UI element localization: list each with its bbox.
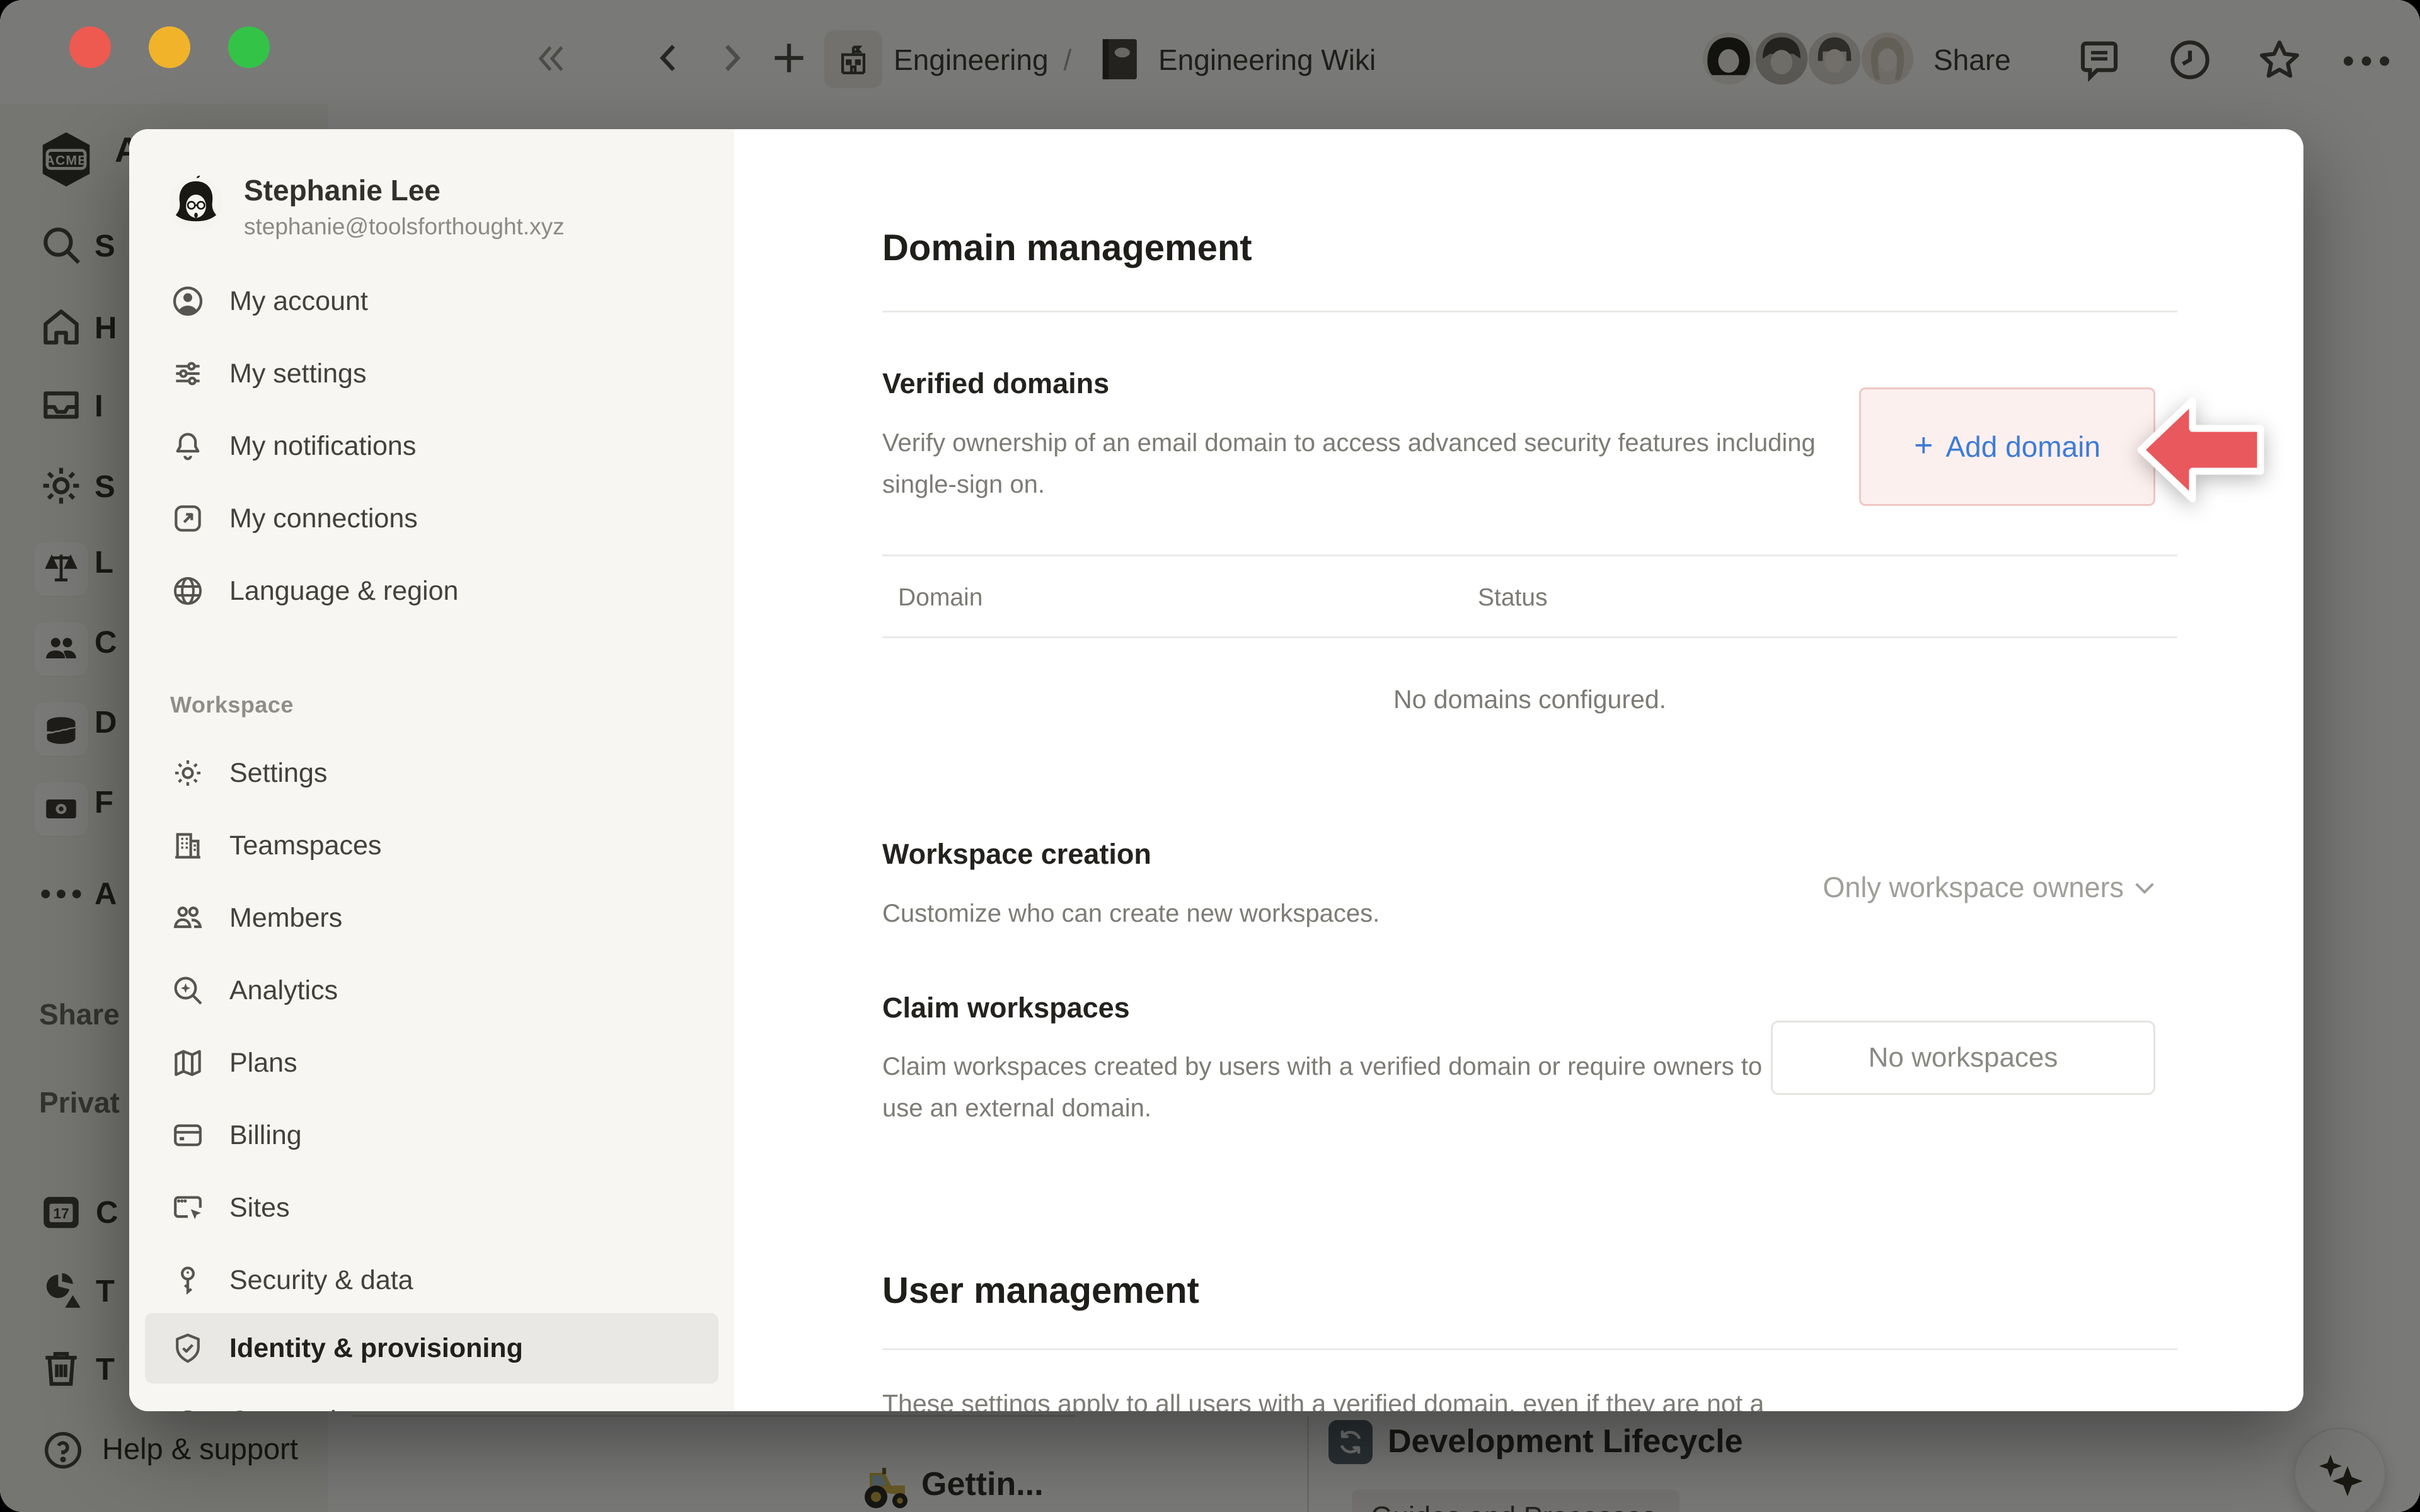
credit-card-icon [170,1118,205,1153]
settings-content: Domain management Verified domains Verif… [734,129,2303,1411]
sidebar-item-settings[interactable]: Settings [145,738,718,808]
zoom-button[interactable] [228,26,270,68]
minimize-button[interactable] [149,26,190,68]
browser-icon [170,1190,205,1225]
sidebar-item-label: Teamspaces [229,830,381,861]
sidebar-item-security-data[interactable]: Security & data [145,1245,718,1315]
table-header-border [882,636,2177,638]
sidebar-item-my-settings[interactable]: My settings [145,338,718,409]
sidebar-item-sites[interactable]: Sites [145,1172,718,1243]
sidebar-item-label: My notifications [229,431,416,462]
table-empty-state: No domains configured. [882,685,2177,714]
workspace-section-label: Workspace [170,692,294,718]
user-avatar [167,173,225,234]
sidebar-item-label: My settings [229,358,366,389]
window-controls [69,26,270,68]
settings-sidebar: Stephanie Lee stephanie@toolsforthought.… [129,129,734,1411]
add-domain-button[interactable]: + Add domain [1859,387,2155,506]
circle-icon [170,1403,205,1411]
sidebar-item-label: Sites [229,1193,290,1223]
key-icon [170,1263,205,1298]
people-icon [170,900,205,936]
sidebar-item-label: Plans [229,1048,297,1079]
user-management-title: User management [882,1269,1199,1312]
sidebar-item-label: Settings [229,758,327,789]
sidebar-item-label: Analytics [229,975,338,1006]
sidebar-item-my-notifications[interactable]: My notifications [145,411,718,481]
chevron-down-icon [2134,881,2155,895]
sidebar-item-plans[interactable]: Plans [145,1028,718,1098]
map-icon [170,1045,205,1080]
sidebar-item-label: Billing [229,1120,302,1151]
sidebar-item-label: Members [229,903,342,934]
user-management-clipped-text: These settings apply to all users with a… [882,1389,2206,1411]
sidebar-item-analytics[interactable]: Analytics [145,955,718,1026]
user-name: Stephanie Lee [244,173,565,207]
sidebar-item-connections[interactable]: Connections [145,1385,718,1411]
sidebar-item-teamspaces[interactable]: Teamspaces [145,810,718,881]
sidebar-item-label: Language & region [229,576,458,607]
sidebar-item-members[interactable]: Members [145,883,718,953]
claim-workspaces-description: Claim workspaces created by users with a… [882,1046,1765,1129]
sidebar-item-billing[interactable]: Billing [145,1100,718,1171]
sidebar-item-label: My account [229,286,368,317]
app-window: Engineering / Engineering Wiki Share [0,0,2420,1512]
column-header-domain: Domain [898,584,982,612]
bell-icon [170,428,205,464]
user-email: stephanie@toolsforthought.xyz [244,214,565,240]
sidebar-item-label: Connections [229,1406,380,1412]
sidebar-item-my-account[interactable]: My account [145,266,718,336]
workspace-creation-title: Workspace creation [882,838,1151,871]
magnifier-icon [170,973,205,1008]
sidebar-item-my-connections[interactable]: My connections [145,483,718,554]
claim-workspaces-title: Claim workspaces [882,992,1130,1024]
gear-icon [170,755,205,791]
sidebar-item-label: Identity & provisioning [229,1333,523,1364]
settings-dialog: Stephanie Lee stephanie@toolsforthought.… [129,129,2303,1411]
verified-domains-description: Verify ownership of an email domain to a… [882,422,1878,505]
sliders-icon [170,356,205,391]
sidebar-item-language-region[interactable]: Language & region [145,556,718,626]
section-divider [882,1348,2177,1350]
close-button[interactable] [69,26,111,68]
sidebar-item-label: Security & data [229,1265,413,1296]
sidebar-item-label: My connections [229,503,418,534]
shield-check-icon [170,1331,205,1366]
no-workspaces-button[interactable]: No workspaces [1771,1021,2155,1095]
section-divider [882,311,2177,312]
screenshot-root: Engineering / Engineering Wiki Share [0,0,2420,1512]
page-title: Domain management [882,227,1252,269]
arrow-up-right-icon [170,501,205,536]
verified-domains-title: Verified domains [882,367,1109,400]
plus-icon: + [1914,427,1933,464]
building-icon [170,828,205,863]
workspace-creation-dropdown[interactable]: Only workspace owners [1823,871,2155,904]
column-header-status: Status [1478,584,1548,612]
globe-icon [170,573,205,609]
table-top-border [882,554,2177,556]
tutorial-arrow-icon [2133,386,2268,514]
person-circle-icon [170,284,205,319]
workspace-creation-description: Customize who can create new workspaces. [882,893,1380,934]
sidebar-item-identity-provisioning[interactable]: Identity & provisioning [145,1313,718,1383]
